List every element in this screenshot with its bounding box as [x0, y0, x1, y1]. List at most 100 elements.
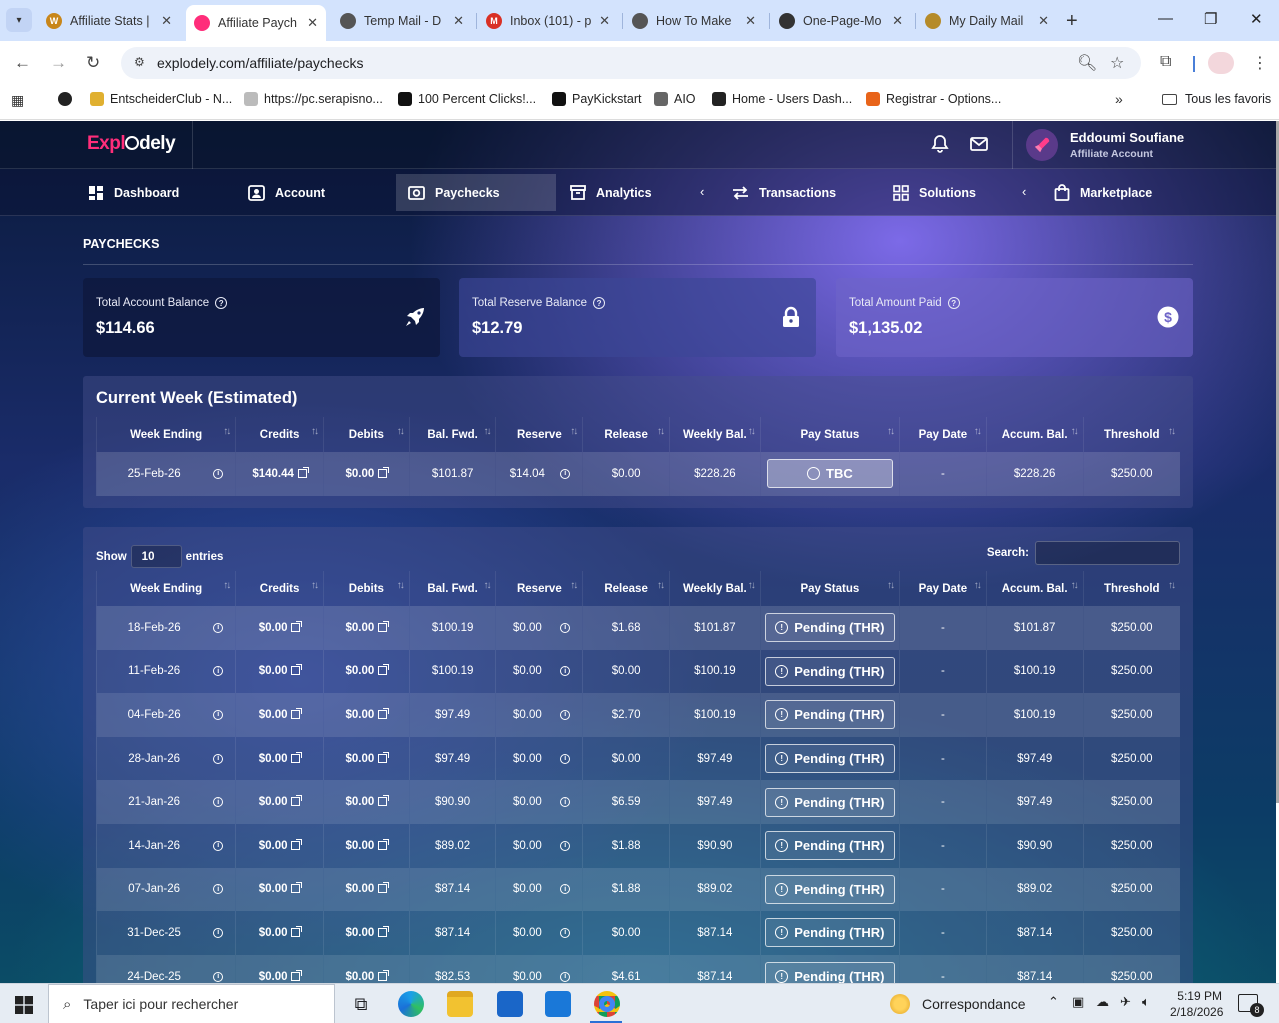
- column-header-pay-status[interactable]: Pay Status ↑↓: [759, 571, 900, 606]
- sort-arrows-icon[interactable]: ↑↓: [657, 580, 665, 591]
- menu-account[interactable]: Account: [236, 174, 337, 211]
- browser-tab[interactable]: Affiliate Paych ✕: [186, 5, 326, 41]
- info-icon[interactable]: i: [213, 797, 224, 808]
- external-link-icon[interactable]: [291, 882, 303, 894]
- info-icon[interactable]: i: [560, 927, 571, 938]
- bookmark-item[interactable]: [58, 92, 78, 106]
- info-icon[interactable]: i: [213, 709, 224, 720]
- user-avatar[interactable]: [1026, 129, 1058, 161]
- column-header-weekly-bal[interactable]: Weekly Bal. ↑↓: [668, 417, 761, 452]
- pay-status-button[interactable]: ! Pending (THR): [764, 962, 895, 983]
- external-link-icon[interactable]: [378, 664, 390, 676]
- info-icon[interactable]: i: [560, 753, 571, 764]
- external-link-icon[interactable]: [291, 795, 303, 807]
- info-icon[interactable]: i: [213, 927, 224, 938]
- volume-icon[interactable]: 🔈︎: [1142, 994, 1150, 1010]
- back-icon[interactable]: ←: [14, 53, 31, 73]
- sort-arrows-icon[interactable]: ↑↓: [483, 580, 491, 591]
- info-icon[interactable]: i: [213, 840, 224, 851]
- bookmark-item[interactable]: PayKickstart: [552, 92, 641, 106]
- sort-arrows-icon[interactable]: ↑↓: [974, 580, 982, 591]
- column-header-release[interactable]: Release ↑↓: [582, 417, 670, 452]
- menu-marketplace[interactable]: Marketplace: [1042, 174, 1164, 211]
- bookmark-item[interactable]: Home - Users Dash...: [712, 92, 852, 106]
- bookmark-item[interactable]: 100 Percent Clicks!...: [398, 92, 536, 106]
- sort-arrows-icon[interactable]: ↑↓: [1071, 580, 1079, 591]
- column-header-debits[interactable]: Debits ↑↓: [322, 571, 410, 606]
- tab-close-icon[interactable]: ✕: [307, 15, 318, 31]
- sort-arrows-icon[interactable]: ↑↓: [887, 426, 895, 437]
- task-view-icon[interactable]: ⧉: [348, 991, 374, 1017]
- store-icon[interactable]: [497, 991, 523, 1017]
- reload-icon[interactable]: ↻: [86, 53, 100, 73]
- menu-transactions[interactable]: Transactions: [720, 174, 848, 211]
- external-link-icon[interactable]: [291, 838, 303, 850]
- bookmark-item[interactable]: https://pc.serapisno...: [244, 92, 383, 106]
- system-clock[interactable]: 5:19 PM 2/18/2026: [1170, 988, 1223, 1020]
- tab-close-icon[interactable]: ✕: [892, 13, 903, 29]
- onedrive-cloud-icon[interactable]: ☁: [1096, 994, 1109, 1010]
- sort-arrows-icon[interactable]: ↑↓: [311, 580, 319, 591]
- explodely-logo[interactable]: Expl dely: [87, 133, 176, 155]
- sort-arrows-icon[interactable]: ↑↓: [1168, 426, 1176, 437]
- external-link-icon[interactable]: [378, 707, 390, 719]
- sort-arrows-icon[interactable]: ↑↓: [1071, 426, 1079, 437]
- column-header-bal-fwd[interactable]: Bal. Fwd. ↑↓: [408, 571, 496, 606]
- minimize-icon[interactable]: —: [1158, 10, 1173, 27]
- chevron-left-icon[interactable]: ‹: [1022, 184, 1026, 199]
- restore-icon[interactable]: ❐: [1204, 10, 1217, 28]
- column-header-debits[interactable]: Debits ↑↓: [322, 417, 410, 452]
- sort-arrows-icon[interactable]: ↑↓: [974, 426, 982, 437]
- file-explorer-icon[interactable]: [447, 991, 473, 1017]
- help-icon[interactable]: ?: [947, 297, 960, 309]
- new-tab-button[interactable]: +: [1066, 10, 1078, 33]
- external-link-icon[interactable]: [378, 795, 390, 807]
- sort-arrows-icon[interactable]: ↑↓: [570, 580, 578, 591]
- external-link-icon[interactable]: [378, 838, 390, 850]
- pay-status-button[interactable]: ! Pending (THR): [764, 656, 895, 686]
- menu-paychecks[interactable]: Paychecks: [396, 174, 556, 211]
- info-icon[interactable]: i: [213, 622, 224, 633]
- pay-status-button[interactable]: TBC: [766, 459, 893, 489]
- info-icon[interactable]: i: [560, 797, 571, 808]
- pay-status-button[interactable]: ! Pending (THR): [764, 744, 895, 774]
- windows-start-icon[interactable]: [15, 996, 33, 1014]
- info-icon[interactable]: i: [560, 971, 571, 982]
- external-link-icon[interactable]: [291, 664, 303, 676]
- tab-close-icon[interactable]: ✕: [161, 13, 172, 29]
- sort-arrows-icon[interactable]: ↑↓: [311, 426, 319, 437]
- sort-arrows-icon[interactable]: ↑↓: [657, 426, 665, 437]
- pay-status-button[interactable]: ! Pending (THR): [764, 874, 895, 904]
- column-header-week-ending[interactable]: Week Ending ↑↓: [95, 417, 236, 452]
- info-icon[interactable]: i: [560, 666, 571, 677]
- browser-menu-icon[interactable]: ⋮: [1252, 53, 1268, 73]
- bookmark-item[interactable]: AIO: [654, 92, 696, 106]
- bookmark-item[interactable]: EntscheiderClub - N...: [90, 92, 232, 106]
- column-header-pay-date[interactable]: Pay Date ↑↓: [898, 417, 987, 452]
- column-header-release[interactable]: Release ↑↓: [582, 571, 670, 606]
- pay-status-button[interactable]: ! Pending (THR): [764, 918, 895, 948]
- column-header-bal-fwd[interactable]: Bal. Fwd. ↑↓: [408, 417, 496, 452]
- sort-arrows-icon[interactable]: ↑↓: [570, 426, 578, 437]
- tab-close-icon[interactable]: ✕: [745, 13, 756, 29]
- chevron-left-icon[interactable]: ‹: [700, 184, 704, 199]
- help-icon[interactable]: ?: [593, 297, 606, 309]
- tab-close-icon[interactable]: ✕: [453, 13, 464, 29]
- column-header-week-ending[interactable]: Week Ending ↑↓: [95, 571, 236, 606]
- column-header-pay-status[interactable]: Pay Status ↑↓: [759, 417, 900, 452]
- site-settings-icon[interactable]: ⚙: [134, 55, 145, 69]
- column-header-accum-bal[interactable]: Accum. Bal. ↑↓: [985, 571, 1084, 606]
- sort-arrows-icon[interactable]: ↑↓: [748, 580, 756, 591]
- sort-arrows-icon[interactable]: ↑↓: [223, 426, 231, 437]
- external-link-icon[interactable]: [291, 925, 303, 937]
- column-header-reserve[interactable]: Reserve ↑↓: [495, 571, 583, 606]
- tray-app-icon[interactable]: ▣: [1072, 994, 1084, 1010]
- user-name[interactable]: Eddoumi Soufiane: [1070, 130, 1184, 145]
- info-icon[interactable]: i: [560, 884, 571, 895]
- column-header-credits[interactable]: Credits ↑↓: [235, 417, 324, 452]
- sort-arrows-icon[interactable]: ↑↓: [397, 426, 405, 437]
- external-link-icon[interactable]: [378, 925, 390, 937]
- help-icon[interactable]: ?: [215, 297, 228, 309]
- column-header-weekly-bal[interactable]: Weekly Bal. ↑↓: [668, 571, 761, 606]
- info-icon[interactable]: i: [560, 468, 571, 479]
